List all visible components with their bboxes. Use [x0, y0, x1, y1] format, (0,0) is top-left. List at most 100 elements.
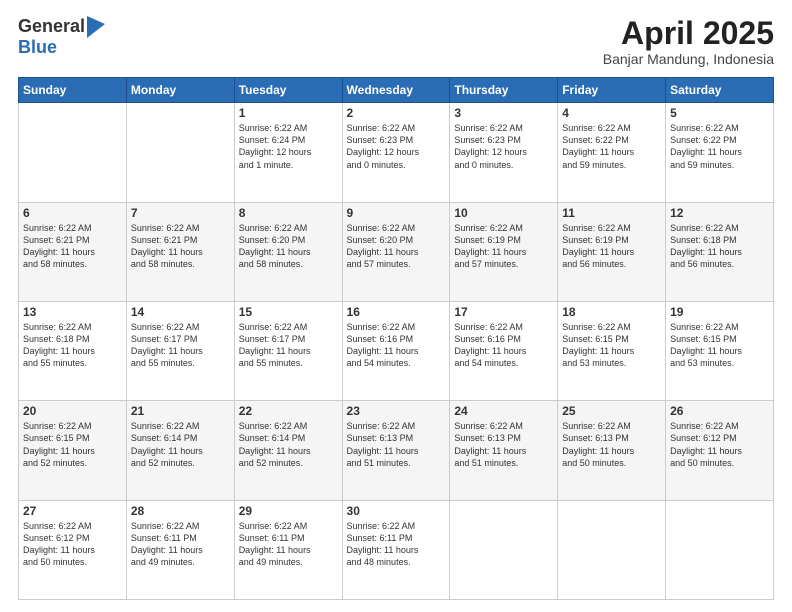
day-info: Sunrise: 6:22 AM Sunset: 6:14 PM Dayligh… — [239, 420, 338, 469]
table-row: 27 Sunrise: 6:22 AM Sunset: 6:12 PM Dayli… — [19, 500, 127, 599]
table-row: 3 Sunrise: 6:22 AM Sunset: 6:23 PM Daylig… — [450, 103, 558, 202]
calendar-week-row: 6 Sunrise: 6:22 AM Sunset: 6:21 PM Daylig… — [19, 202, 774, 301]
day-info: Sunrise: 6:22 AM Sunset: 6:13 PM Dayligh… — [562, 420, 661, 469]
day-info: Sunrise: 6:22 AM Sunset: 6:11 PM Dayligh… — [239, 520, 338, 569]
day-info: Sunrise: 6:22 AM Sunset: 6:24 PM Dayligh… — [239, 122, 338, 171]
day-info: Sunrise: 6:22 AM Sunset: 6:15 PM Dayligh… — [23, 420, 122, 469]
table-row — [126, 103, 234, 202]
day-number: 27 — [23, 504, 122, 518]
day-number: 2 — [347, 106, 446, 120]
logo-text: General Blue — [18, 16, 105, 58]
day-info: Sunrise: 6:22 AM Sunset: 6:17 PM Dayligh… — [239, 321, 338, 370]
day-number: 16 — [347, 305, 446, 319]
subtitle: Banjar Mandung, Indonesia — [603, 51, 774, 67]
day-info: Sunrise: 6:22 AM Sunset: 6:15 PM Dayligh… — [670, 321, 769, 370]
table-row: 14Sunrise: 6:22 AM Sunset: 6:17 PM Dayli… — [126, 301, 234, 400]
table-row: 24 Sunrise: 6:22 AM Sunset: 6:13 PM Dayli… — [450, 401, 558, 500]
day-info: Sunrise: 6:22 AM Sunset: 6:22 PM Dayligh… — [562, 122, 661, 171]
day-number: 8 — [239, 206, 338, 220]
table-row: 9 Sunrise: 6:22 AM Sunset: 6:20 PM Daylig… — [342, 202, 450, 301]
day-info: Sunrise: 6:22 AM Sunset: 6:18 PM Dayligh… — [23, 321, 122, 370]
header: General Blue April 2025 Banjar Mandung, … — [18, 16, 774, 67]
logo-icon — [87, 16, 105, 38]
day-info: Sunrise: 6:22 AM Sunset: 6:21 PM Dayligh… — [23, 222, 122, 271]
table-row: 5 Sunrise: 6:22 AM Sunset: 6:22 PM Daylig… — [666, 103, 774, 202]
table-row: 8Sunrise: 6:22 AM Sunset: 6:20 PM Daylig… — [234, 202, 342, 301]
day-number: 25 — [562, 404, 661, 418]
day-number: 7 — [131, 206, 230, 220]
table-row: 2 Sunrise: 6:22 AM Sunset: 6:23 PM Daylig… — [342, 103, 450, 202]
page: General Blue April 2025 Banjar Mandung, … — [0, 0, 792, 612]
day-number: 24 — [454, 404, 553, 418]
day-info: Sunrise: 6:22 AM Sunset: 6:20 PM Dayligh… — [347, 222, 446, 271]
day-info: Sunrise: 6:22 AM Sunset: 6:13 PM Dayligh… — [454, 420, 553, 469]
day-info: Sunrise: 6:22 AM Sunset: 6:15 PM Dayligh… — [562, 321, 661, 370]
table-row: 19Sunrise: 6:22 AM Sunset: 6:15 PM Dayli… — [666, 301, 774, 400]
table-row: 18 Sunrise: 6:22 AM Sunset: 6:15 PM Dayli… — [558, 301, 666, 400]
table-row: 20 Sunrise: 6:22 AM Sunset: 6:15 PM Dayli… — [19, 401, 127, 500]
table-row: 16Sunrise: 6:22 AM Sunset: 6:16 PM Dayli… — [342, 301, 450, 400]
col-sunday: Sunday — [19, 78, 127, 103]
day-info: Sunrise: 6:22 AM Sunset: 6:22 PM Dayligh… — [670, 122, 769, 171]
table-row: 4 Sunrise: 6:22 AM Sunset: 6:22 PM Daylig… — [558, 103, 666, 202]
table-row — [666, 500, 774, 599]
day-number: 3 — [454, 106, 553, 120]
table-row: 26 Sunrise: 6:22 AM Sunset: 6:12 PM Dayli… — [666, 401, 774, 500]
month-title: April 2025 — [603, 16, 774, 51]
day-number: 20 — [23, 404, 122, 418]
day-info: Sunrise: 6:22 AM Sunset: 6:14 PM Dayligh… — [131, 420, 230, 469]
day-info: Sunrise: 6:22 AM Sunset: 6:11 PM Dayligh… — [131, 520, 230, 569]
table-row — [558, 500, 666, 599]
table-row — [19, 103, 127, 202]
table-row: 23 Sunrise: 6:22 AM Sunset: 6:13 PM Dayli… — [342, 401, 450, 500]
calendar-week-row: 13Sunrise: 6:22 AM Sunset: 6:18 PM Dayli… — [19, 301, 774, 400]
day-number: 6 — [23, 206, 122, 220]
calendar-header-row: Sunday Monday Tuesday Wednesday Thursday… — [19, 78, 774, 103]
logo-blue: Blue — [18, 38, 105, 58]
logo-general: General — [18, 17, 85, 37]
day-number: 28 — [131, 504, 230, 518]
col-wednesday: Wednesday — [342, 78, 450, 103]
table-row — [450, 500, 558, 599]
day-info: Sunrise: 6:22 AM Sunset: 6:18 PM Dayligh… — [670, 222, 769, 271]
table-row: 21Sunrise: 6:22 AM Sunset: 6:14 PM Dayli… — [126, 401, 234, 500]
day-number: 4 — [562, 106, 661, 120]
table-row: 12 Sunrise: 6:22 AM Sunset: 6:18 PM Dayli… — [666, 202, 774, 301]
day-info: Sunrise: 6:22 AM Sunset: 6:12 PM Dayligh… — [670, 420, 769, 469]
col-friday: Friday — [558, 78, 666, 103]
table-row: 13Sunrise: 6:22 AM Sunset: 6:18 PM Dayli… — [19, 301, 127, 400]
day-number: 5 — [670, 106, 769, 120]
calendar-table: Sunday Monday Tuesday Wednesday Thursday… — [18, 77, 774, 600]
table-row: 25 Sunrise: 6:22 AM Sunset: 6:13 PM Dayli… — [558, 401, 666, 500]
table-row: 11Sunrise: 6:22 AM Sunset: 6:19 PM Dayli… — [558, 202, 666, 301]
day-info: Sunrise: 6:22 AM Sunset: 6:12 PM Dayligh… — [23, 520, 122, 569]
day-info: Sunrise: 6:22 AM Sunset: 6:11 PM Dayligh… — [347, 520, 446, 569]
day-number: 10 — [454, 206, 553, 220]
table-row: 22 Sunrise: 6:22 AM Sunset: 6:14 PM Dayli… — [234, 401, 342, 500]
col-monday: Monday — [126, 78, 234, 103]
day-info: Sunrise: 6:22 AM Sunset: 6:16 PM Dayligh… — [454, 321, 553, 370]
day-info: Sunrise: 6:22 AM Sunset: 6:17 PM Dayligh… — [131, 321, 230, 370]
col-thursday: Thursday — [450, 78, 558, 103]
table-row: 17Sunrise: 6:22 AM Sunset: 6:16 PM Dayli… — [450, 301, 558, 400]
calendar-week-row: 1Sunrise: 6:22 AM Sunset: 6:24 PM Daylig… — [19, 103, 774, 202]
day-number: 23 — [347, 404, 446, 418]
day-number: 29 — [239, 504, 338, 518]
day-info: Sunrise: 6:22 AM Sunset: 6:13 PM Dayligh… — [347, 420, 446, 469]
day-info: Sunrise: 6:22 AM Sunset: 6:21 PM Dayligh… — [131, 222, 230, 271]
table-row: 1Sunrise: 6:22 AM Sunset: 6:24 PM Daylig… — [234, 103, 342, 202]
day-number: 26 — [670, 404, 769, 418]
day-number: 18 — [562, 305, 661, 319]
day-number: 15 — [239, 305, 338, 319]
table-row: 15 Sunrise: 6:22 AM Sunset: 6:17 PM Dayli… — [234, 301, 342, 400]
day-number: 9 — [347, 206, 446, 220]
day-info: Sunrise: 6:22 AM Sunset: 6:23 PM Dayligh… — [454, 122, 553, 171]
title-block: April 2025 Banjar Mandung, Indonesia — [603, 16, 774, 67]
table-row: 30Sunrise: 6:22 AM Sunset: 6:11 PM Dayli… — [342, 500, 450, 599]
day-number: 22 — [239, 404, 338, 418]
day-info: Sunrise: 6:22 AM Sunset: 6:23 PM Dayligh… — [347, 122, 446, 171]
table-row: 29 Sunrise: 6:22 AM Sunset: 6:11 PM Dayli… — [234, 500, 342, 599]
table-row: 28 Sunrise: 6:22 AM Sunset: 6:11 PM Dayli… — [126, 500, 234, 599]
table-row: 6 Sunrise: 6:22 AM Sunset: 6:21 PM Daylig… — [19, 202, 127, 301]
day-number: 12 — [670, 206, 769, 220]
